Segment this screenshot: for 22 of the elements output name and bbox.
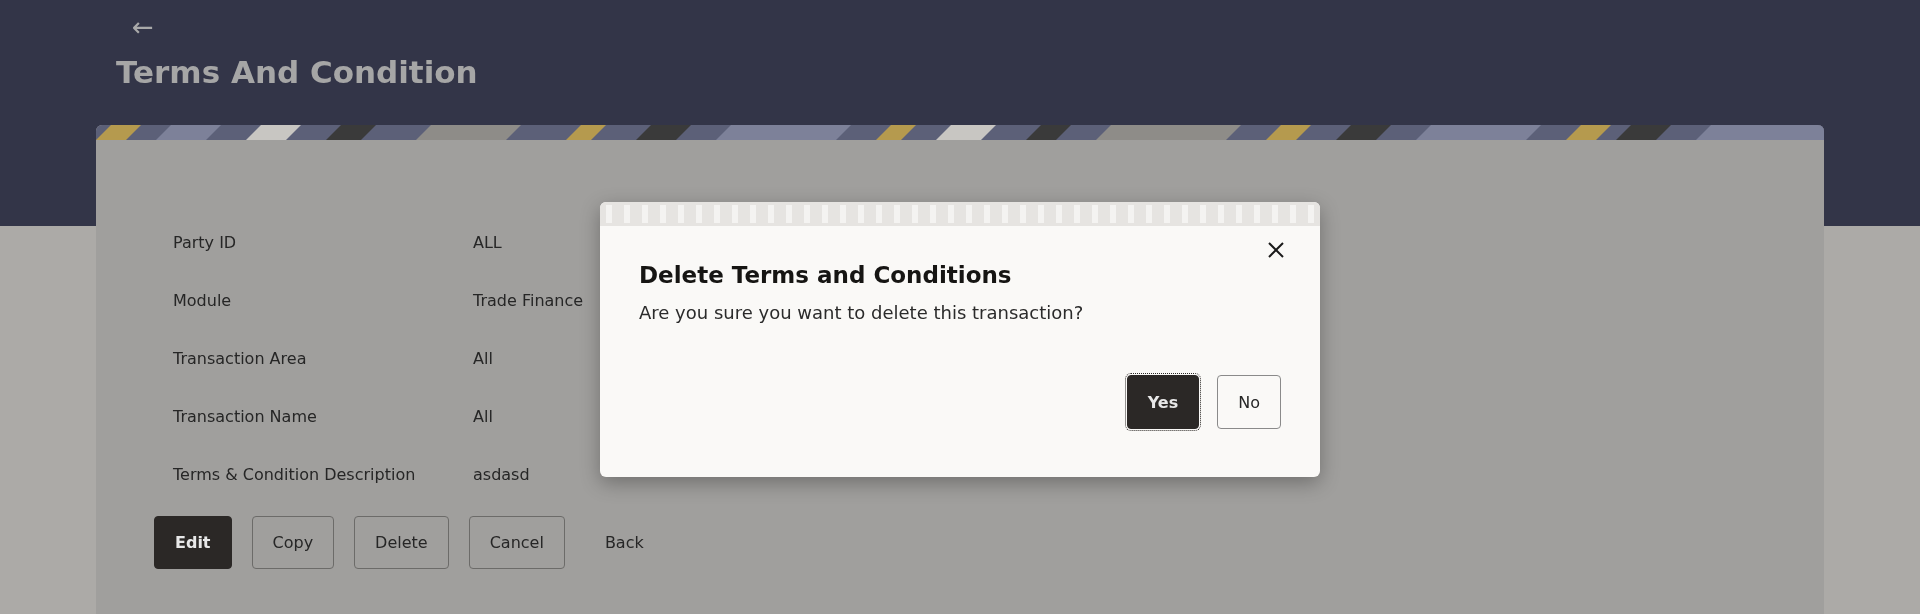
back-link[interactable]: Back: [584, 516, 664, 569]
action-button[interactable]: Copy: [251, 516, 335, 569]
dialog-button[interactable]: Yes: [1126, 375, 1200, 429]
close-icon[interactable]: [1266, 240, 1286, 260]
field-label: Party ID: [173, 232, 238, 252]
dialog-title: Delete Terms and Conditions: [639, 262, 1013, 288]
field-value: ALL: [473, 232, 502, 252]
field-label: Terms & Condition Description: [173, 464, 417, 484]
field-value: All: [473, 348, 493, 368]
action-button[interactable]: Cancel: [468, 516, 565, 569]
field-value: Trade Finance: [473, 290, 584, 310]
field-label: Module: [173, 290, 233, 310]
dialog-message: Are you sure you want to delete this transaction?: [639, 302, 1085, 323]
back-button[interactable]: ←: [124, 12, 162, 42]
page-title: Terms And Condition: [116, 54, 479, 90]
field-label: Transaction Area: [173, 348, 308, 368]
action-button[interactable]: Delete: [354, 516, 449, 569]
field-value: asdasd: [473, 464, 530, 484]
action-button[interactable]: Edit: [154, 516, 232, 569]
dialog-button[interactable]: No: [1217, 375, 1281, 429]
field-label: Transaction Name: [173, 406, 318, 426]
field-value: All: [473, 406, 493, 426]
